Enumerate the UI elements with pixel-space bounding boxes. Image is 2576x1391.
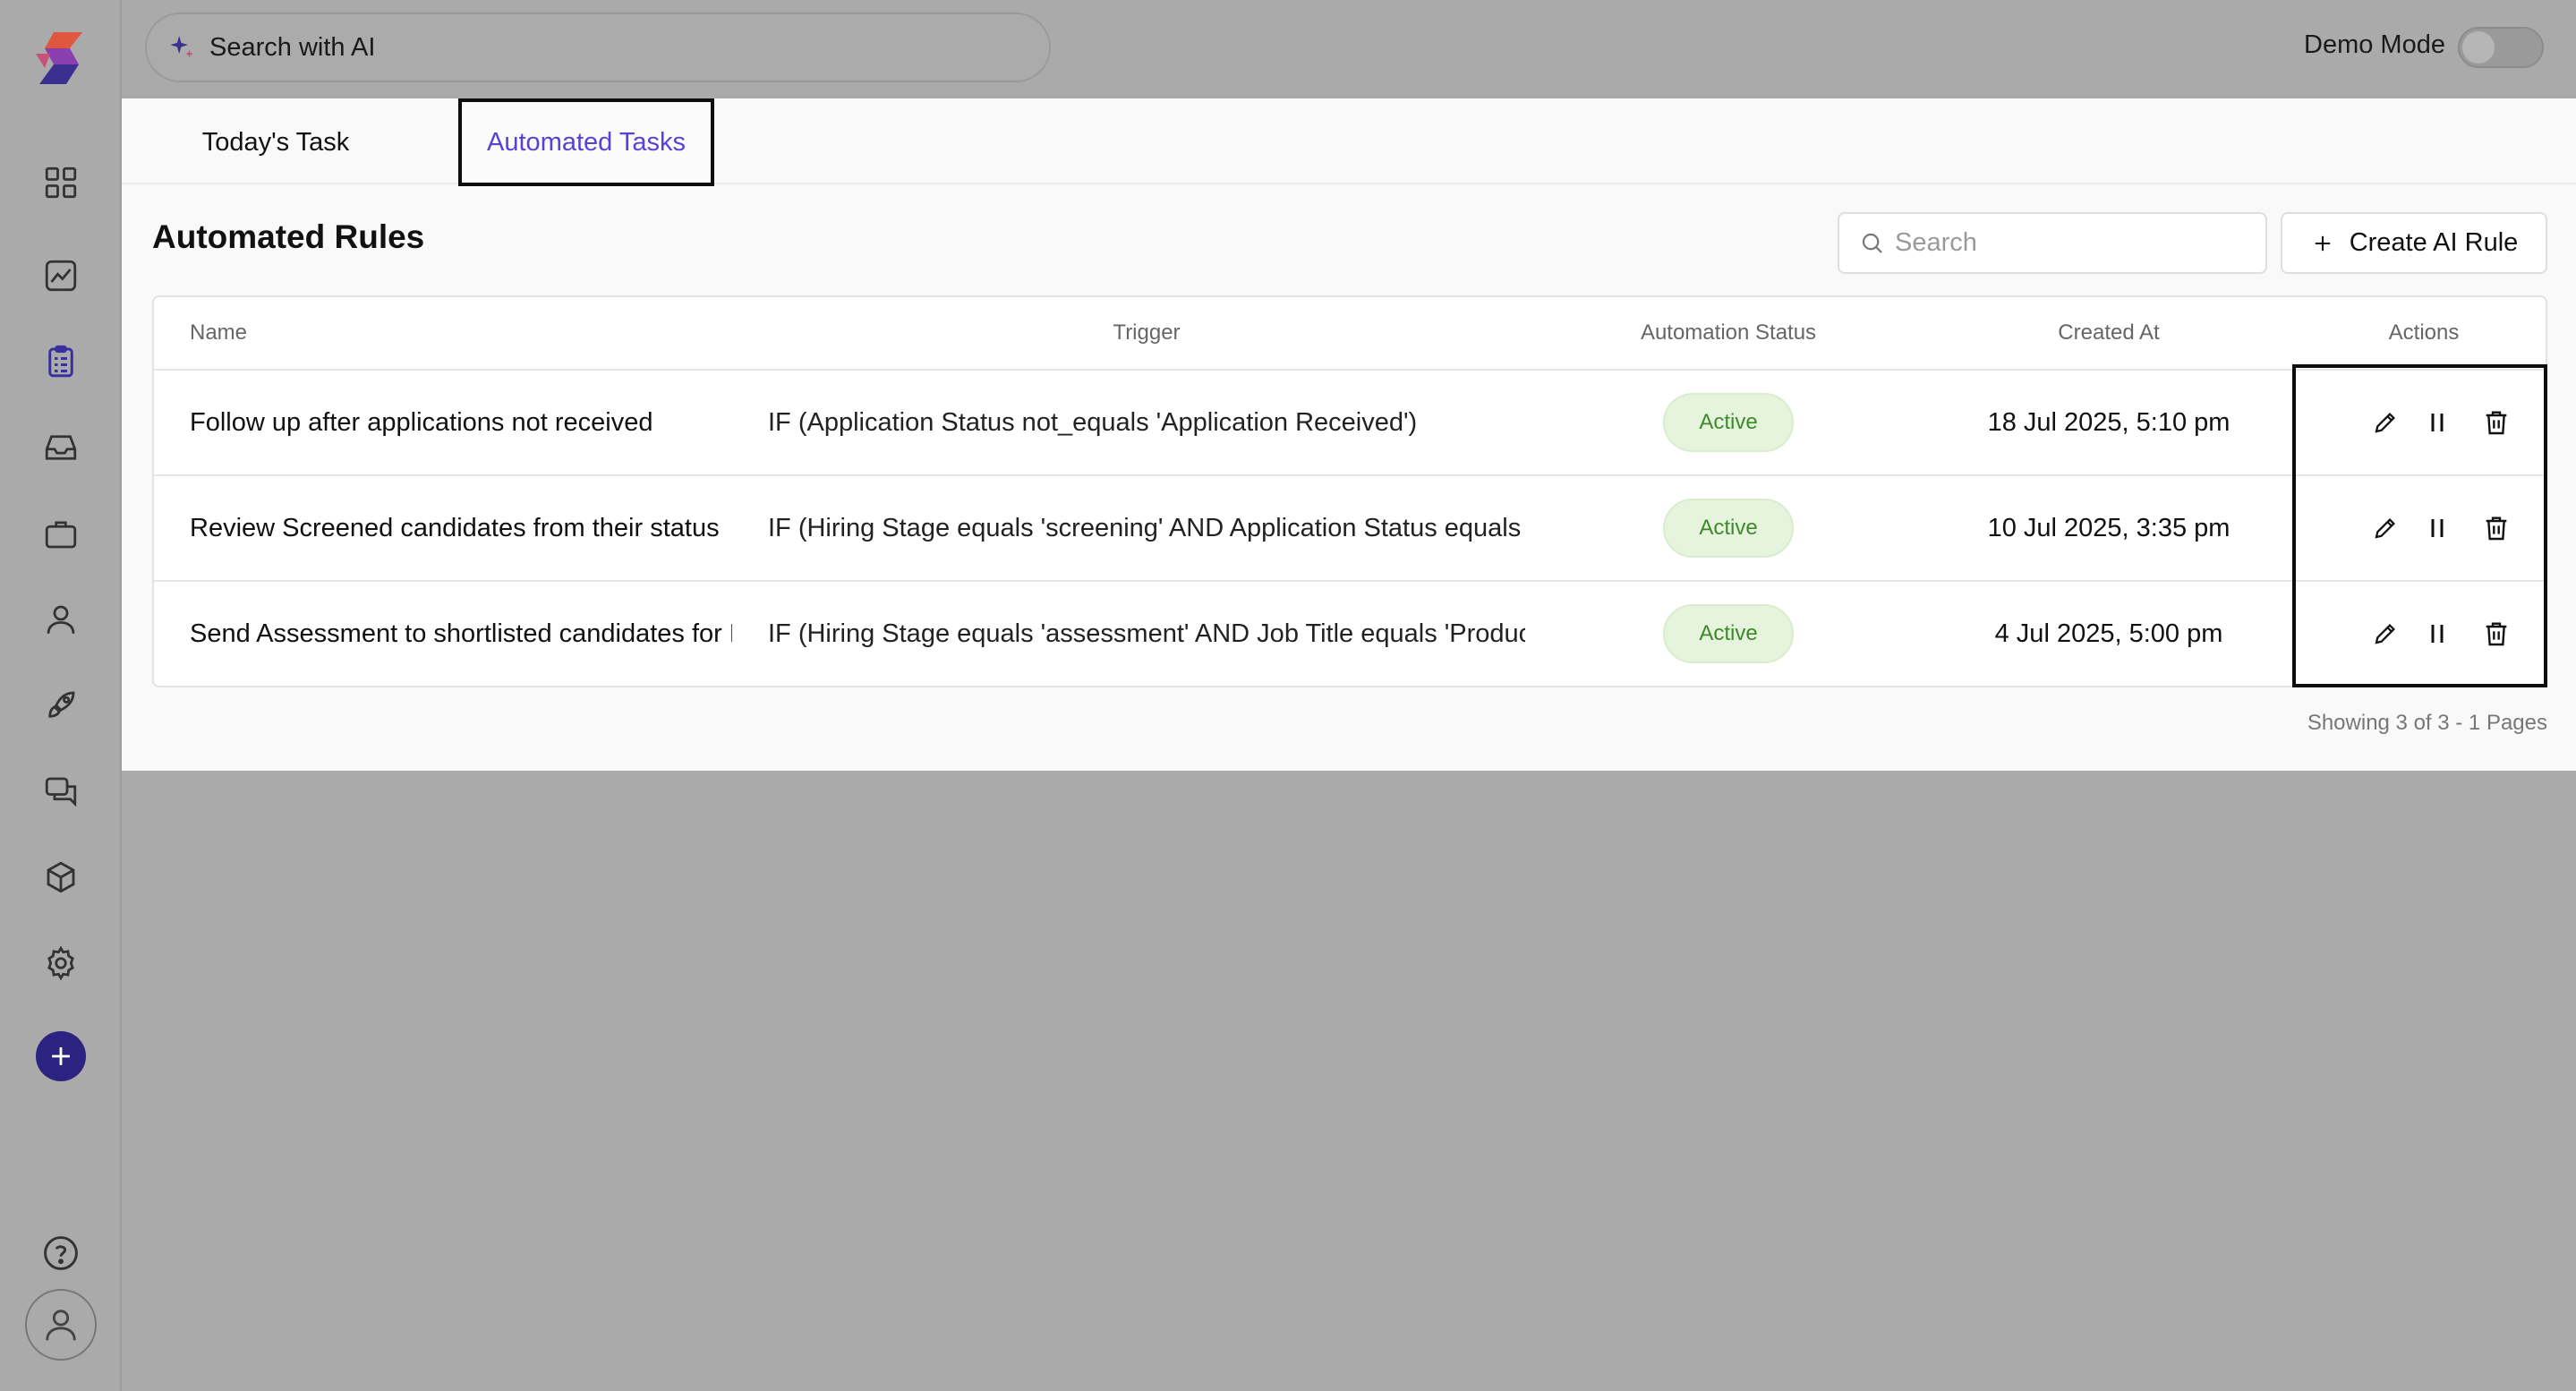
app-logo[interactable] <box>27 29 95 88</box>
ai-search-label: Search with AI <box>209 32 376 62</box>
delete-trash-icon[interactable] <box>2474 371 2519 474</box>
search-input[interactable] <box>1895 228 2253 258</box>
add-new-button[interactable] <box>36 1031 86 1081</box>
table-row: Follow up after applications not receive… <box>154 371 2546 476</box>
ai-search-bar[interactable]: Search with AI <box>145 13 1051 82</box>
table-row: Send Assessment to shortlisted candidate… <box>154 582 2546 686</box>
edit-pencil-icon[interactable] <box>2363 476 2408 580</box>
rule-name: Follow up after applications not receive… <box>190 407 653 437</box>
sparkle-icon <box>170 36 193 58</box>
pause-icon[interactable] <box>2415 582 2460 686</box>
tasks-clipboard-icon[interactable] <box>34 335 88 388</box>
tab-todays-task[interactable]: Today's Task <box>177 98 374 186</box>
tab-bar: Today's Task Automated Tasks <box>122 98 2576 186</box>
sidebar <box>0 0 122 1391</box>
create-ai-rule-button[interactable]: Create AI Rule <box>2281 212 2547 274</box>
delete-trash-icon[interactable] <box>2474 582 2519 686</box>
table-header: Name Trigger Automation Status Created A… <box>154 297 2546 371</box>
rule-trigger: IF (Hiring Stage equals 'assessment' AND… <box>768 619 1525 648</box>
rules-search-box[interactable] <box>1838 212 2267 274</box>
table-row: Review Screened candidates from their st… <box>154 476 2546 582</box>
status-cell: Active <box>1581 476 1876 580</box>
plus-icon <box>52 1047 70 1065</box>
column-header-status: Automation Status <box>1640 320 1817 345</box>
demo-mode-toggle[interactable] <box>2458 27 2544 68</box>
inbox-icon[interactable] <box>34 421 88 474</box>
search-icon <box>1862 233 1882 253</box>
status-badge: Active <box>1663 393 1794 452</box>
settings-gear-icon[interactable] <box>34 936 88 990</box>
help-question-icon[interactable] <box>36 1228 86 1278</box>
edit-pencil-icon[interactable] <box>2363 582 2408 686</box>
analytics-chart-icon[interactable] <box>34 249 88 303</box>
edit-pencil-icon[interactable] <box>2363 371 2408 474</box>
delete-trash-icon[interactable] <box>2474 476 2519 580</box>
avatar-user-icon <box>46 1310 76 1341</box>
rules-table: Name Trigger Automation Status Created A… <box>152 295 2547 687</box>
user-avatar[interactable] <box>25 1289 97 1361</box>
column-header-name: Name <box>190 320 248 345</box>
column-header-trigger: Trigger <box>1113 320 1181 345</box>
messages-chat-icon[interactable] <box>34 764 88 818</box>
created-at: 10 Jul 2025, 3:35 pm <box>1987 513 2231 542</box>
created-at: 4 Jul 2025, 5:00 pm <box>1994 619 2223 648</box>
status-cell: Active <box>1581 371 1876 474</box>
status-cell: Active <box>1581 582 1876 686</box>
rule-name: Send Assessment to shortlisted candidate… <box>190 619 732 648</box>
created-at: 18 Jul 2025, 5:10 pm <box>1987 407 2231 437</box>
pagination-summary: Showing 3 of 3 - 1 Pages <box>2307 711 2547 735</box>
main-panel: Today's Task Automated Tasks Automated R… <box>122 98 2576 771</box>
candidates-user-icon[interactable] <box>34 593 88 646</box>
tab-automated-tasks[interactable]: Automated Tasks <box>458 98 714 186</box>
rule-name: Review Screened candidates from their st… <box>190 513 720 542</box>
column-header-created: Created At <box>2058 320 2160 345</box>
toggle-knob <box>2462 31 2495 64</box>
rocket-icon[interactable] <box>34 678 88 732</box>
demo-mode-label: Demo Mode <box>2304 30 2445 59</box>
rule-trigger: IF (Hiring Stage equals 'screening' AND … <box>768 513 1525 542</box>
pause-icon[interactable] <box>2415 476 2460 580</box>
rule-trigger: IF (Application Status not_equals 'Appli… <box>768 407 1418 437</box>
integrations-cube-icon[interactable] <box>34 850 88 904</box>
status-badge: Active <box>1663 604 1794 663</box>
column-header-actions: Actions <box>2388 320 2460 345</box>
briefcase-icon[interactable] <box>34 508 88 561</box>
dashboard-grid-icon[interactable] <box>34 156 88 209</box>
plus-icon <box>2315 235 2330 251</box>
status-badge: Active <box>1663 499 1794 558</box>
page-title: Automated Rules <box>152 218 425 255</box>
pause-icon[interactable] <box>2415 371 2460 474</box>
create-ai-rule-label: Create AI Rule <box>2349 228 2519 257</box>
